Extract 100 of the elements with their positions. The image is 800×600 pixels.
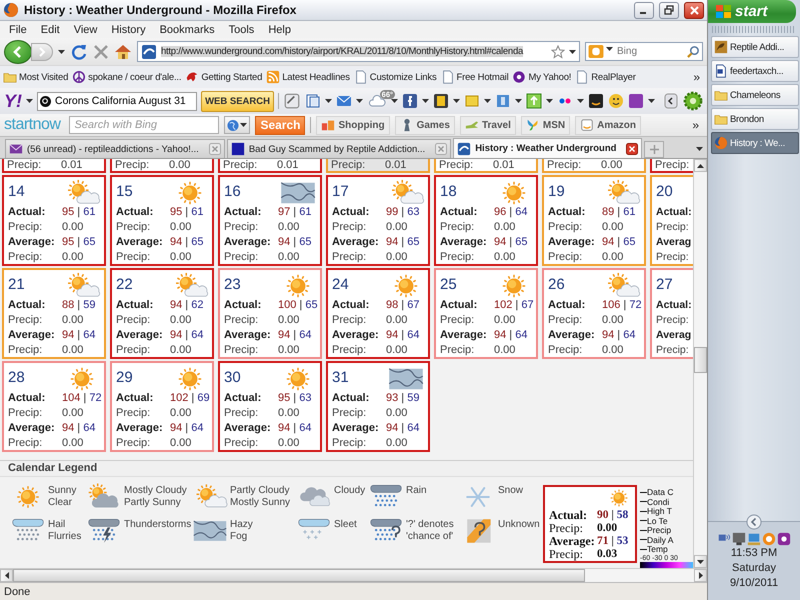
- caret-icon[interactable]: [696, 146, 703, 150]
- taskbar-button[interactable]: feedertaxch...: [711, 60, 799, 82]
- square-icon[interactable]: [230, 142, 245, 156]
- upload-icon[interactable]: [526, 93, 542, 109]
- tile-icon[interactable]: [628, 93, 644, 109]
- peace-icon[interactable]: [72, 70, 86, 84]
- caret-icon[interactable]: [648, 99, 655, 103]
- toolbar-link[interactable]: Travel: [460, 116, 516, 134]
- caret-icon[interactable]: [484, 99, 491, 103]
- menu-item[interactable]: View: [66, 24, 104, 36]
- minimize-button[interactable]: [634, 2, 654, 18]
- menu-item[interactable]: Tools: [222, 24, 262, 36]
- toolbar-link[interactable]: Games: [394, 116, 455, 134]
- search-engine-button[interactable]: [224, 116, 250, 134]
- home-button[interactable]: [114, 44, 132, 60]
- reload-button[interactable]: [70, 42, 88, 60]
- caret-icon[interactable]: [240, 123, 248, 127]
- scroll-thumb[interactable]: [13, 569, 585, 582]
- weather-site-icon[interactable]: [141, 44, 157, 60]
- scroll-left-button[interactable]: [0, 569, 13, 582]
- caret-icon[interactable]: [569, 50, 576, 54]
- scroll-up-button[interactable]: [694, 159, 707, 172]
- bookmark-item[interactable]: Customize Links: [354, 70, 436, 84]
- more-bookmarks-button[interactable]: »: [689, 70, 704, 84]
- star-icon[interactable]: [551, 44, 565, 58]
- bookmark-item[interactable]: Latest Headlines: [266, 70, 350, 84]
- taskbar-button[interactable]: Brondon: [711, 108, 799, 130]
- caret-icon[interactable]: [515, 99, 522, 103]
- menu-item[interactable]: Bookmarks: [152, 24, 222, 36]
- horizontal-scrollbar[interactable]: [0, 568, 707, 582]
- browser-tab[interactable]: Bad Guy Scammed by Reptile Addiction...: [226, 139, 452, 158]
- caret-icon[interactable]: [422, 99, 429, 103]
- bookmark-item[interactable]: Getting Started: [185, 70, 262, 84]
- caret-icon[interactable]: [606, 47, 613, 51]
- start-button[interactable]: start: [708, 0, 796, 23]
- close-button[interactable]: [684, 2, 704, 18]
- close-icon[interactable]: [626, 142, 638, 154]
- bird-icon[interactable]: [185, 70, 200, 84]
- monitor-icon[interactable]: [732, 532, 746, 546]
- caret-icon[interactable]: [26, 99, 33, 103]
- chevron-icon[interactable]: [746, 514, 762, 530]
- menu-item[interactable]: History: [104, 24, 153, 36]
- taskbar-button[interactable]: Chameleons: [711, 84, 799, 106]
- document-icon[interactable]: [714, 64, 728, 78]
- folder-icon[interactable]: [3, 70, 17, 84]
- amazon-icon[interactable]: [588, 93, 604, 109]
- bookmark-item[interactable]: RealPlayer: [575, 70, 636, 84]
- bookmark-item[interactable]: Free Hotmail: [440, 70, 508, 84]
- scroll-right-button[interactable]: [694, 569, 707, 582]
- scroll-down-button[interactable]: [694, 555, 707, 568]
- yahoo-icon[interactable]: [512, 70, 526, 84]
- caret-icon[interactable]: [58, 50, 65, 54]
- facebook-icon[interactable]: [402, 93, 418, 109]
- taskbar-button[interactable]: History : We...: [711, 132, 799, 154]
- bookmark-item[interactable]: My Yahoo!: [512, 70, 572, 84]
- envelope-icon[interactable]: [336, 93, 352, 109]
- butterfly-icon[interactable]: [526, 118, 540, 132]
- taskbar-button[interactable]: Reptile Addi...: [711, 36, 799, 58]
- taskbar-grip[interactable]: [712, 26, 796, 33]
- yahoo-logo[interactable]: Y!: [4, 90, 22, 112]
- folder-icon[interactable]: [714, 88, 728, 102]
- envelope-icon[interactable]: [9, 142, 23, 156]
- weather-site-icon[interactable]: [457, 142, 472, 156]
- address-field[interactable]: http://www.wunderground.com/history/airport/KRAL/2011/8/10/MonthlyHistory.html#calenda: [137, 41, 580, 62]
- smiley-icon[interactable]: [608, 93, 624, 109]
- caret-icon[interactable]: [325, 99, 332, 103]
- more-button[interactable]: »: [688, 118, 703, 132]
- bookmark-item[interactable]: Most Visited: [3, 70, 68, 84]
- menu-item[interactable]: Edit: [34, 24, 67, 36]
- caret-icon[interactable]: [577, 99, 584, 103]
- folder-icon[interactable]: [714, 112, 728, 126]
- chart-icon[interactable]: [321, 118, 336, 132]
- back-button[interactable]: [4, 40, 32, 64]
- bookmark-item[interactable]: spokane / coeur d'ale...: [72, 70, 182, 84]
- scroll-thumb[interactable]: [694, 347, 707, 373]
- page-icon[interactable]: [575, 70, 590, 84]
- page-icon[interactable]: [354, 70, 368, 84]
- toolbar-link[interactable]: Amazon: [575, 116, 641, 134]
- vertical-scrollbar[interactable]: [693, 159, 707, 568]
- caret-icon[interactable]: [391, 99, 398, 103]
- browser-tab[interactable]: History : Weather Underground: [453, 138, 642, 158]
- search-icon[interactable]: [687, 45, 700, 58]
- web-search-button[interactable]: WEB SEARCH: [201, 90, 274, 112]
- toolbar-link[interactable]: Shopping: [316, 116, 390, 134]
- notepad-icon[interactable]: [283, 92, 301, 110]
- caret-icon[interactable]: [356, 99, 363, 103]
- caret-icon[interactable]: [697, 560, 704, 564]
- caret-icon[interactable]: [453, 99, 460, 103]
- smile-box-icon[interactable]: [580, 118, 594, 132]
- caret-icon[interactable]: [546, 99, 553, 103]
- gear-icon[interactable]: [683, 91, 703, 111]
- browser-tab[interactable]: (56 unread) - reptileaddictions - Yahoo!...: [5, 139, 225, 158]
- menu-item[interactable]: Help: [261, 24, 298, 36]
- page-icon[interactable]: [305, 93, 321, 109]
- menu-item[interactable]: File: [2, 24, 34, 36]
- page-icon[interactable]: [440, 70, 454, 84]
- tile-icon[interactable]: [777, 532, 791, 546]
- toolbar-link[interactable]: MSN: [520, 116, 570, 134]
- restore-button[interactable]: [659, 2, 679, 18]
- notes-icon[interactable]: [433, 93, 449, 109]
